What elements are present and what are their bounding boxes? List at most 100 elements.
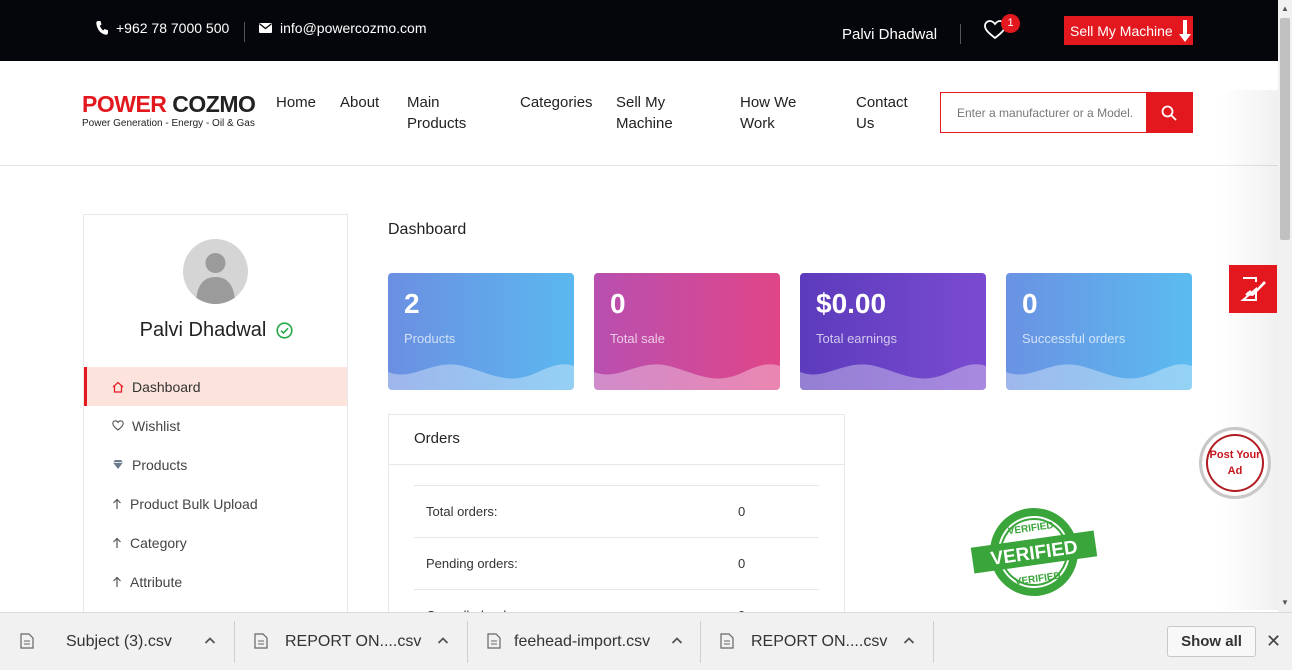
sidebar-item-label: Dashboard	[132, 378, 201, 395]
upload-arrow-icon	[113, 537, 121, 548]
post-ad-label: Post Your Ad	[1209, 449, 1261, 477]
account-user-name[interactable]: Palvi Dhadwal	[842, 26, 937, 43]
scrollbar-thumb[interactable]	[1280, 18, 1290, 240]
stat-label: Total earnings	[816, 331, 897, 346]
page: +962 78 7000 500 info@powercozmo.com Pal…	[0, 0, 1292, 670]
email-contact[interactable]: info@powercozmo.com	[259, 20, 427, 36]
download-item[interactable]: Subject (3).csv	[0, 619, 234, 665]
order-stat-value: 0	[738, 589, 819, 613]
sidebar-item-wishlist[interactable]: Wishlist	[84, 406, 347, 445]
stat-label: Successful orders	[1022, 331, 1126, 346]
verified-stamp: VERIFIED VERIFIED VERIFIED	[970, 505, 1100, 605]
phone-number: +962 78 7000 500	[116, 20, 230, 36]
heart-icon	[112, 420, 124, 431]
phone-icon	[96, 21, 108, 35]
file-icon	[720, 633, 734, 649]
edit-document-icon	[1240, 277, 1266, 301]
download-item[interactable]: REPORT ON....csv	[234, 619, 467, 665]
show-all-downloads-button[interactable]: Show all	[1167, 626, 1256, 657]
sidebar-item-attribute[interactable]: Attribute	[84, 562, 347, 601]
file-icon	[487, 633, 501, 649]
account-sidebar: Palvi Dhadwal Dashboard Wishlist Product…	[83, 214, 348, 614]
nav-how-line2: Work	[740, 115, 775, 132]
search-bar	[940, 92, 1193, 133]
scroll-down-icon[interactable]: ▼	[1281, 598, 1289, 607]
table-row: Cancelled orders: 0	[414, 589, 819, 613]
floating-edit-button[interactable]	[1229, 265, 1277, 313]
verified-check-icon	[276, 322, 293, 339]
stat-value: 2	[404, 288, 420, 319]
wishlist-count-badge: 1	[1001, 14, 1020, 33]
stat-label: Total sale	[610, 331, 665, 346]
file-icon	[20, 633, 34, 649]
download-file-name: feehead-import.csv	[514, 633, 651, 650]
diamond-icon	[113, 460, 123, 469]
scroll-up-icon[interactable]: ▲	[1281, 4, 1289, 13]
nav-sell-my-machine[interactable]: Sell My Machine	[616, 92, 673, 134]
sidebar-item-label: Products	[132, 456, 188, 473]
chevron-up-icon[interactable]	[903, 633, 915, 649]
powercozmo-logo[interactable]: POWER COZMO Power Generation - Energy - …	[82, 91, 256, 129]
post-your-ad-button[interactable]: Post Your Ad	[1199, 427, 1271, 499]
wave-decoration	[800, 364, 986, 390]
sidebar-item-label: Category	[130, 534, 187, 551]
chevron-up-icon[interactable]	[204, 633, 216, 649]
envelope-icon	[259, 23, 272, 33]
nav-home[interactable]: Home	[276, 92, 316, 113]
sidebar-item-dashboard[interactable]: Dashboard	[84, 367, 347, 406]
nav-sell-line2: Machine	[616, 115, 673, 132]
orders-table: Total orders: 0 Pending orders: 0 Cancel…	[414, 485, 819, 613]
phone-contact[interactable]: +962 78 7000 500	[96, 20, 229, 36]
download-item[interactable]: feehead-import.csv	[467, 619, 700, 665]
nav-about[interactable]: About	[340, 92, 379, 113]
logo-tagline: Power Generation - Energy - Oil & Gas	[82, 118, 255, 129]
nav-main-products[interactable]: Main Products	[407, 92, 466, 134]
sell-my-machine-button[interactable]: Sell My Machine	[1064, 16, 1193, 45]
logo-wordmark: POWER COZMO	[82, 91, 256, 117]
sidebar-item-category[interactable]: Category	[84, 523, 347, 562]
stat-value: 0	[1022, 288, 1038, 319]
arrow-down-icon	[1178, 19, 1191, 42]
topbar-divider-right	[960, 24, 961, 44]
sidebar-item-label: Wishlist	[132, 417, 181, 434]
download-file-name: Subject (3).csv	[66, 633, 172, 650]
sidebar-item-products[interactable]: Products	[84, 445, 347, 484]
order-stat-value: 0	[738, 485, 819, 538]
table-row: Total orders: 0	[414, 485, 819, 538]
nav-how-line1: How We	[740, 94, 797, 111]
stat-card-total-sale[interactable]: 0 Total sale	[594, 273, 780, 390]
profile-name-text: Palvi Dhadwal	[139, 319, 267, 341]
download-bar: Subject (3).csv REPORT ON....csv feehead…	[0, 612, 1292, 670]
download-file-name: REPORT ON....csv	[751, 633, 888, 650]
sell-button-label: Sell My Machine	[1070, 22, 1173, 39]
wave-decoration	[594, 364, 780, 390]
right-edge-shadow	[1220, 90, 1278, 610]
stat-card-total-earnings[interactable]: $0.00 Total earnings	[800, 273, 986, 390]
sidebar-item-product-bulk-upload[interactable]: Product Bulk Upload	[84, 484, 347, 523]
search-button[interactable]	[1146, 93, 1192, 132]
download-divider	[933, 621, 934, 663]
upload-arrow-icon	[113, 498, 121, 509]
orders-panel: Orders Total orders: 0 Pending orders: 0…	[388, 414, 845, 614]
stat-label: Products	[404, 331, 456, 346]
close-icon[interactable]: ✕	[1266, 631, 1281, 652]
chevron-up-icon[interactable]	[671, 633, 683, 649]
search-input[interactable]	[941, 93, 1146, 132]
orders-title: Orders	[389, 415, 844, 465]
page-scrollbar[interactable]: ▲ ▼	[1278, 0, 1292, 612]
nav-how-we-work[interactable]: How We Work	[740, 92, 796, 134]
nav-categories[interactable]: Categories	[520, 92, 593, 113]
nav-contact-line2: Us	[856, 115, 875, 132]
stat-card-successful-orders[interactable]: 0 Successful orders	[1006, 273, 1192, 390]
nav-contact-line1: Contact	[856, 94, 908, 111]
top-bar: +962 78 7000 500 info@powercozmo.com Pal…	[0, 0, 1278, 61]
avatar	[183, 239, 248, 304]
file-icon	[254, 633, 268, 649]
nav-contact-us[interactable]: Contact Us	[856, 92, 908, 134]
download-file-name: REPORT ON....csv	[285, 633, 422, 650]
profile-name: Palvi Dhadwal	[84, 319, 349, 342]
stat-card-products[interactable]: 2 Products	[388, 273, 574, 390]
chevron-up-icon[interactable]	[437, 633, 449, 649]
download-item[interactable]: REPORT ON....csv	[700, 619, 933, 665]
nav-main-products-line2: Products	[407, 115, 467, 132]
